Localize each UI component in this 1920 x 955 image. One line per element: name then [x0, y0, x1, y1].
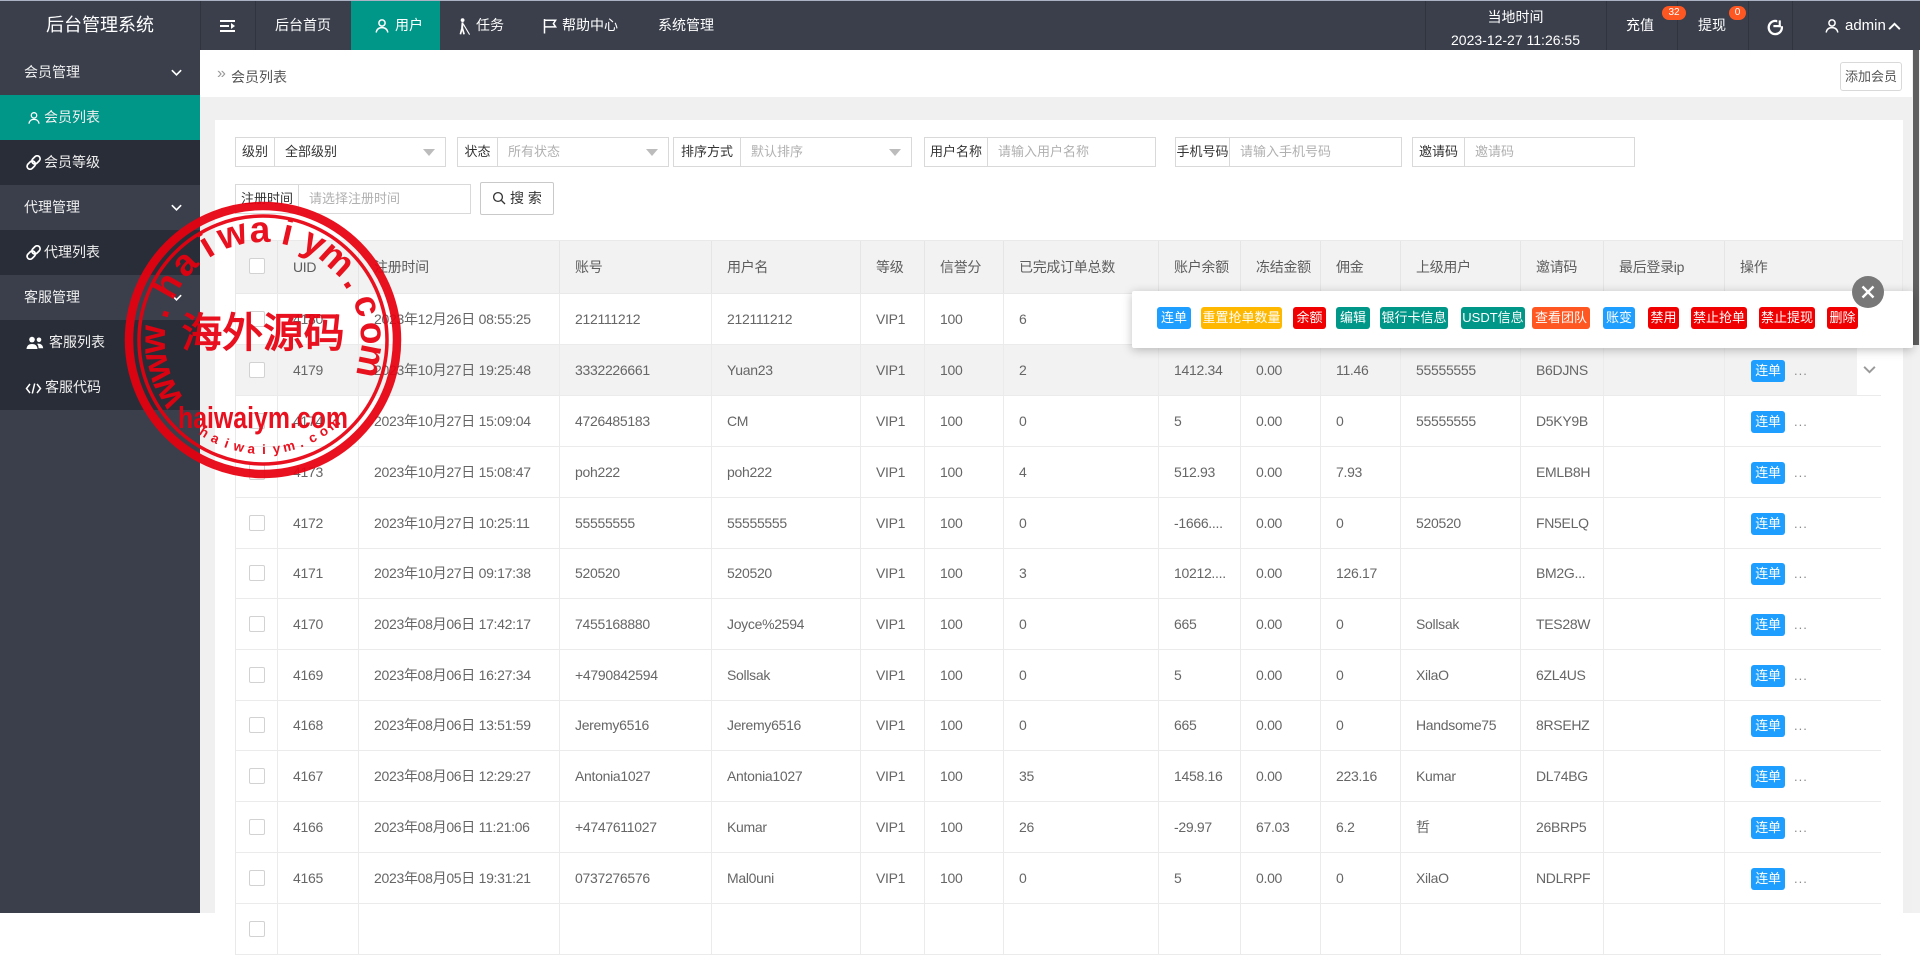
svg-text:y: y	[272, 441, 282, 457]
svg-text:m: m	[281, 438, 296, 455]
svg-text:海外源码: 海外源码	[182, 310, 345, 356]
svg-text:w: w	[132, 325, 173, 355]
svg-text:a: a	[249, 209, 271, 251]
svg-text:haiwaiym.com: haiwaiym.com	[178, 400, 348, 435]
svg-text:a: a	[247, 441, 257, 457]
svg-text:i: i	[223, 436, 232, 451]
svg-text:m: m	[348, 341, 395, 381]
svg-text:w: w	[231, 438, 246, 455]
svg-text:.: .	[297, 435, 306, 450]
svg-text:i: i	[262, 442, 266, 457]
